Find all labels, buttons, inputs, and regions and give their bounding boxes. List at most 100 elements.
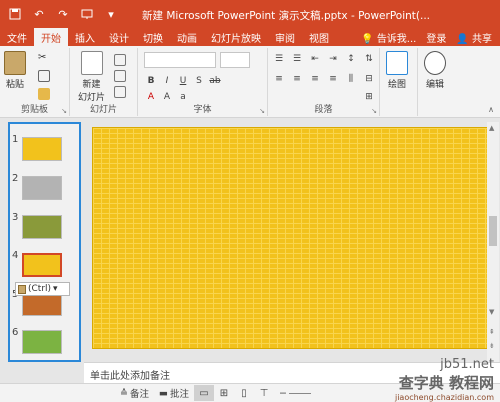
quick-access-toolbar: ↶ ↷ ▾ — [0, 5, 120, 23]
tab-file[interactable]: 文件 — [0, 28, 34, 46]
columns-icon[interactable]: ⫼ — [344, 72, 358, 86]
zoom-out-icon[interactable]: − — [279, 388, 287, 399]
paste-options-button[interactable]: (Ctrl) ▾ — [15, 282, 70, 296]
numbering-icon[interactable]: ☰ — [290, 52, 304, 66]
bullets-icon[interactable]: ☰ — [272, 52, 286, 66]
lightbulb-icon: 💡 — [361, 33, 374, 45]
bold-icon[interactable]: B — [144, 74, 158, 88]
font-group: B I U S ab A A a 字体 ↘ — [138, 48, 268, 116]
cut-icon[interactable]: ✂ — [38, 52, 50, 64]
thumbnail-pane[interactable]: 1 2 3 4 5 6 (Ctrl) ▾ — [8, 122, 81, 362]
customize-icon[interactable]: ▾ — [102, 5, 120, 23]
share-button[interactable]: 👤 共享 — [456, 30, 492, 45]
scroll-down-icon[interactable]: ▼ — [489, 308, 494, 316]
chevron-down-icon: ▾ — [53, 284, 58, 294]
login-link[interactable]: 登录 — [426, 30, 446, 45]
new-slide-button[interactable]: 新建 幻灯片 — [78, 51, 105, 103]
justify-icon[interactable]: ≡ — [326, 72, 340, 86]
clipboard-group: 粘贴 ✂ 剪贴板 ↘ — [0, 48, 70, 116]
underline-icon[interactable]: U — [176, 74, 190, 88]
format-painter-icon[interactable] — [38, 88, 50, 100]
watermark: jb51.net 查字典 教程网 jiaocheng.chazidian.com — [395, 357, 494, 402]
collapse-ribbon-icon[interactable]: ∧ — [488, 105, 494, 114]
slideshow-view-icon[interactable]: ⊤ — [254, 385, 274, 401]
editing-button[interactable]: 编辑 — [424, 51, 446, 90]
tab-insert[interactable]: 插入 — [68, 28, 102, 46]
slide-sorter-icon[interactable]: ⊞ — [214, 385, 234, 401]
tab-slideshow[interactable]: 幻灯片放映 — [204, 28, 268, 46]
tab-design[interactable]: 设计 — [102, 28, 136, 46]
tell-me-box[interactable]: 💡 告诉我... — [361, 30, 416, 45]
section-icon[interactable] — [114, 86, 126, 98]
paragraph-group: ☰ ☰ ⇤ ⇥ ↕ ≡ ≡ ≡ ≡ ⫼ ⇅ ⊟ ⊞ 段落 ↘ — [268, 48, 380, 116]
slide-thumbnail[interactable] — [22, 330, 62, 354]
next-slide-icon[interactable]: ⇟ — [489, 342, 495, 350]
slide-thumb-row[interactable]: 6 — [10, 327, 79, 357]
tab-review[interactable]: 审阅 — [268, 28, 302, 46]
tab-view[interactable]: 视图 — [302, 28, 336, 46]
normal-view-icon[interactable]: ▭ — [193, 385, 214, 401]
slide-thumbnail-selected[interactable] — [22, 253, 62, 277]
shadow-icon[interactable]: S — [192, 74, 206, 88]
strikethrough-icon[interactable]: ab — [208, 74, 222, 88]
line-spacing-icon[interactable]: ↕ — [344, 52, 358, 66]
find-icon — [424, 51, 446, 75]
watermark-site: jb51.net — [440, 357, 494, 372]
font-name-combo[interactable] — [144, 52, 216, 68]
layout-icon[interactable] — [114, 54, 126, 66]
ribbon-tabs: 文件 开始 插入 设计 切换 动画 幻灯片放映 审阅 视图 💡 告诉我... 登… — [0, 28, 500, 46]
reading-view-icon[interactable]: ▯ — [234, 385, 254, 401]
align-right-icon[interactable]: ≡ — [308, 72, 322, 86]
new-slide-icon — [80, 51, 103, 75]
text-direction-icon[interactable]: ⇅ — [362, 52, 376, 66]
tab-animations[interactable]: 动画 — [170, 28, 204, 46]
comments-toggle[interactable]: ▬ 批注 — [154, 386, 194, 401]
slide-thumb-row[interactable]: 3 — [10, 212, 79, 242]
scroll-up-icon[interactable]: ▲ — [489, 124, 494, 132]
decrease-indent-icon[interactable]: ⇤ — [308, 52, 322, 66]
notes-icon: ≙ — [120, 387, 128, 399]
reset-icon[interactable] — [114, 70, 126, 82]
align-text-icon[interactable]: ⊟ — [362, 72, 376, 86]
slides-group: 新建 幻灯片 幻灯片 — [70, 48, 138, 116]
ribbon: 粘贴 ✂ 剪贴板 ↘ 新建 幻灯片 幻灯片 B I U S ab A A a 字… — [0, 46, 500, 118]
tab-transitions[interactable]: 切换 — [136, 28, 170, 46]
align-left-icon[interactable]: ≡ — [272, 72, 286, 86]
paragraph-launcher-icon[interactable]: ↘ — [371, 107, 377, 115]
paste-icon — [4, 51, 26, 75]
slide-thumb-row[interactable]: 4 — [10, 250, 79, 280]
redo-icon[interactable]: ↷ — [54, 5, 72, 23]
window-title: 新建 Microsoft PowerPoint 演示文稿.pptx - Powe… — [142, 10, 431, 22]
undo-icon[interactable]: ↶ — [30, 5, 48, 23]
person-icon: 👤 — [456, 33, 469, 45]
watermark-url: jiaocheng.chazidian.com — [394, 393, 494, 402]
slide-thumb-row[interactable]: 2 — [10, 173, 79, 203]
scrollbar-thumb[interactable] — [489, 216, 497, 246]
slide-thumbnail[interactable] — [22, 176, 62, 200]
main-area: 1 2 3 4 5 6 (Ctrl) ▾ — [0, 118, 500, 383]
paste-button[interactable]: 粘贴 — [4, 51, 26, 90]
current-slide[interactable] — [92, 127, 490, 349]
slide-editor — [84, 122, 490, 362]
notes-toggle[interactable]: ≙ 备注 — [115, 386, 154, 401]
increase-indent-icon[interactable]: ⇥ — [326, 52, 340, 66]
previous-slide-icon[interactable]: ⇞ — [489, 328, 495, 336]
tab-home[interactable]: 开始 — [34, 28, 68, 46]
drawing-button[interactable]: 绘图 — [386, 51, 408, 90]
save-icon[interactable] — [6, 5, 24, 23]
zoom-slider[interactable]: − — [274, 388, 316, 399]
shapes-icon — [386, 51, 408, 75]
vertical-scrollbar[interactable]: ▲ ▼ ⇞ ⇟ — [487, 122, 499, 362]
slideshow-icon[interactable] — [78, 5, 96, 23]
slide-thumbnail[interactable] — [22, 215, 62, 239]
clipboard-launcher-icon[interactable]: ↘ — [61, 107, 67, 115]
font-launcher-icon[interactable]: ↘ — [259, 107, 265, 115]
slide-thumbnail[interactable] — [22, 137, 62, 161]
watermark-text: 查字典 教程网 — [398, 374, 494, 392]
editing-group: 编辑 — [418, 48, 458, 116]
slide-thumb-row[interactable]: 1 — [10, 134, 79, 164]
italic-icon[interactable]: I — [160, 74, 174, 88]
font-size-combo[interactable] — [220, 52, 250, 68]
copy-icon[interactable] — [38, 70, 50, 82]
align-center-icon[interactable]: ≡ — [290, 72, 304, 86]
